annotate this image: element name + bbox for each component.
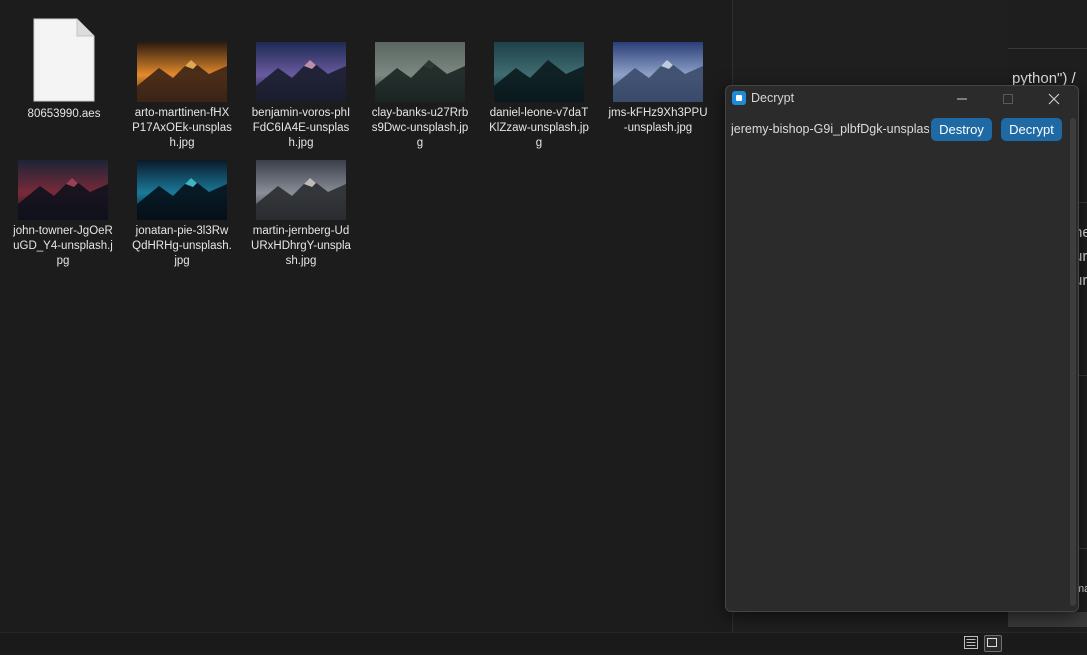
image-thumbnail — [256, 160, 346, 220]
maximize-button[interactable] — [985, 86, 1031, 111]
file-name: jonatan-pie-3l3RwQdHRHg-unsplash.jpg — [132, 225, 232, 267]
details-view-button[interactable] — [963, 635, 979, 650]
large-icons-view-button[interactable] — [984, 635, 1002, 652]
minimize-icon — [957, 98, 967, 99]
maximize-icon — [1003, 93, 1013, 104]
file-item[interactable]: clay-banks-u27Rrbs9Dwc-unsplash.jpg — [364, 40, 476, 151]
minimize-button[interactable] — [939, 86, 985, 111]
close-button[interactable] — [1031, 86, 1077, 111]
file-name: arto-marttinen-fHXP17AxOEk-unsplash.jpg — [132, 107, 232, 149]
large-icons-view-icon — [987, 638, 997, 647]
decrypt-dialog: Decrypt jeremy-bishop-G9i_plbfDgk-unspla… — [725, 85, 1079, 612]
details-view-icon — [964, 636, 978, 649]
image-thumbnail — [18, 160, 108, 220]
status-bar — [0, 632, 1087, 652]
file-item[interactable]: daniel-leone-v7daTKlZzaw-unsplash.jpg — [483, 40, 595, 151]
image-thumbnail — [137, 160, 227, 220]
file-name: john-towner-JgOeRuGD_Y4-unsplash.jpg — [13, 225, 113, 267]
image-thumbnail — [494, 42, 584, 102]
file-item[interactable]: martin-jernberg-UdURxHDhrgY-unsplash.jpg — [245, 158, 357, 269]
file-name: daniel-leone-v7daTKlZzaw-unsplash.jpg — [489, 107, 589, 149]
file-name: martin-jernberg-UdURxHDhrgY-unsplash.jpg — [251, 225, 351, 267]
file-name: 80653990.aes — [27, 108, 101, 120]
title-bar[interactable]: Decrypt — [726, 86, 1078, 111]
file-name: jms-kFHz9Xh3PPU-unsplash.jpg — [608, 107, 708, 134]
destroy-button[interactable]: Destroy — [931, 118, 992, 141]
image-thumbnail — [137, 42, 227, 102]
file-item[interactable]: jonatan-pie-3l3RwQdHRHg-unsplash.jpg — [126, 158, 238, 269]
file-item[interactable]: john-towner-JgOeRuGD_Y4-unsplash.jpg — [7, 158, 119, 269]
file-row: jeremy-bishop-G9i_plbfDgk-unsplash.jpg D… — [726, 117, 1078, 142]
file-item[interactable]: 80653990.aes — [8, 16, 120, 122]
close-icon — [1048, 93, 1060, 104]
file-item[interactable]: arto-marttinen-fHXP17AxOEk-unsplash.jpg — [126, 40, 238, 151]
decrypt-button[interactable]: Decrypt — [1001, 118, 1062, 141]
scrollbar[interactable] — [1070, 118, 1076, 606]
divider — [1008, 48, 1087, 49]
file-name: clay-banks-u27Rrbs9Dwc-unsplash.jpg — [371, 107, 469, 149]
window-title: Decrypt — [751, 91, 795, 105]
image-thumbnail — [613, 42, 703, 102]
image-thumbnail — [375, 42, 465, 102]
encrypted-file-name: jeremy-bishop-G9i_plbfDgk-unsplash.jpg — [731, 122, 929, 136]
file-item[interactable]: jms-kFHz9Xh3PPU-unsplash.jpg — [602, 40, 714, 136]
file-explorer-view: 80653990.aes arto-marttinen-fHXP17AxOEk-… — [0, 0, 732, 632]
file-name: benjamin-voros-phIFdC6IA4E-unsplash.jpg — [251, 107, 351, 149]
app-icon — [732, 91, 746, 105]
document-icon — [33, 18, 95, 102]
image-thumbnail — [256, 42, 346, 102]
file-item[interactable]: benjamin-voros-phIFdC6IA4E-unsplash.jpg — [245, 40, 357, 151]
divider — [1008, 612, 1087, 627]
